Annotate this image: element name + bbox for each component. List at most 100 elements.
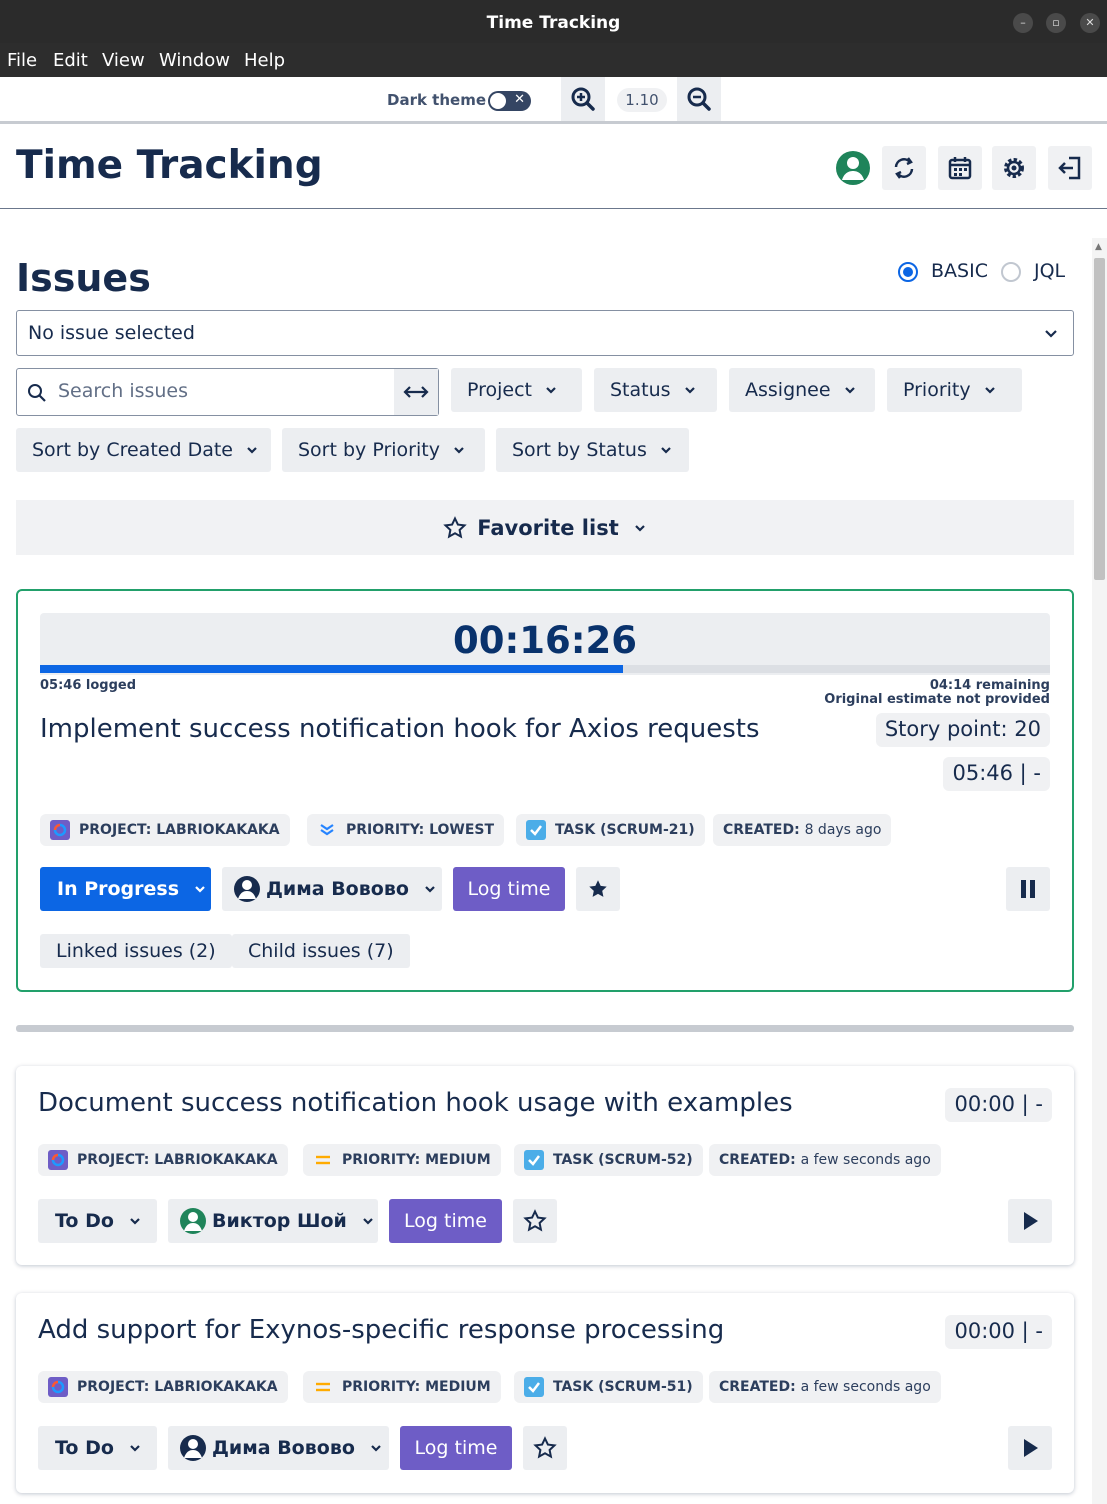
priority-tag-label: PRIORITY: MEDIUM [342,1152,491,1168]
log-time-button[interactable]: Log time [453,867,565,911]
log-time-button[interactable]: Log time [389,1199,502,1243]
assignee-name: Виктор Шой [212,1210,347,1232]
chevron-down-icon [245,443,259,457]
child-issues-button[interactable]: Child issues (7) [232,934,410,968]
zoom-in-icon [571,87,595,111]
pause-button[interactable] [1006,867,1050,911]
task-tag: TASK (SCRUM-21) [516,814,705,846]
sort-created-date[interactable]: Sort by Created Date [16,428,271,472]
play-icon [1024,1212,1038,1230]
project-tag-label: PROJECT: LABRIOKAKAKA [77,1379,278,1395]
assignee-name: Дима Вовово [212,1437,355,1459]
favorite-button[interactable] [523,1426,567,1470]
created-tag: CREATED: a few seconds ago [709,1371,941,1403]
chevron-down-icon [128,1441,142,1455]
star-outline-icon [533,1436,557,1459]
priority-tag-label: PRIORITY: LOWEST [346,822,495,838]
issue-select[interactable]: No issue selected [16,310,1074,356]
logout-button[interactable] [1048,146,1092,190]
project-tag: PROJECT: LABRIOKAKAKA [40,814,290,846]
chevron-down-icon [983,383,997,397]
user-avatar-button[interactable] [831,146,875,190]
chevron-down-icon [361,1214,375,1228]
sort-status[interactable]: Sort by Status [496,428,689,472]
log-time-button[interactable]: Log time [400,1426,512,1470]
sort-priority[interactable]: Sort by Priority [282,428,485,472]
issue-card: Add support for Exynos-specific response… [16,1293,1074,1493]
basic-mode-radio[interactable] [898,262,918,282]
task-checkbox-icon [524,1150,544,1170]
dark-theme-toggle[interactable]: ✕ [488,91,531,111]
scroll-up-icon[interactable]: ▲ [1095,242,1102,252]
task-tag-label: TASK (SCRUM-52) [553,1152,693,1168]
logout-icon [1058,156,1081,180]
status-label: To Do [55,1210,114,1232]
favorite-list-toggle[interactable]: Favorite list [16,500,1074,555]
window-titlebar: Time Tracking – ▫ ✕ [0,0,1107,43]
scrollbar[interactable]: ▲ [1092,238,1107,1504]
avatar-icon [179,1434,207,1462]
assignee-dropdown[interactable]: Дима Вовово [168,1426,389,1470]
task-checkbox-icon [524,1377,544,1397]
remaining-time: 04:14 remaining [929,678,1050,693]
zoom-in-button[interactable] [561,77,605,121]
assignee-dropdown[interactable]: Виктор Шой [168,1199,378,1243]
scrollbar-thumb[interactable] [1094,258,1105,580]
project-filter[interactable]: Project [451,368,582,412]
maximize-icon[interactable]: ▫ [1046,13,1066,33]
play-button[interactable] [1008,1426,1052,1470]
favorite-button[interactable] [513,1199,557,1243]
jql-mode-radio[interactable] [1001,262,1021,282]
close-window-icon[interactable]: ✕ [1080,13,1100,33]
zoom-level: 1.10 [617,88,667,112]
settings-button[interactable] [992,146,1036,190]
menu-edit[interactable]: Edit [53,50,88,71]
project-icon [48,1377,68,1397]
menu-window[interactable]: Window [159,50,230,71]
status-dropdown[interactable]: In Progress [40,867,211,911]
refresh-button[interactable] [882,146,926,190]
priority-tag-label: PRIORITY: MEDIUM [342,1379,491,1395]
menu-view[interactable]: View [102,50,145,71]
menu-bar: File Edit View Window Help [0,43,1107,77]
gear-icon [1004,158,1024,178]
active-issue-card: 00:16:26 05:46 logged 04:14 remaining Or… [16,589,1074,992]
chevron-down-icon [193,882,207,896]
header-divider [0,208,1107,209]
issue-title[interactable]: Add support for Exynos-specific response… [38,1315,724,1345]
section-divider [16,1025,1074,1032]
status-dropdown[interactable]: To Do [38,1199,157,1243]
issue-card: Document success notification hook usage… [16,1066,1074,1265]
chevron-down-icon [452,443,466,457]
created-tag-value: 8 days ago [804,822,882,838]
project-icon [50,820,70,840]
issue-title[interactable]: Document success notification hook usage… [38,1088,793,1118]
menu-help[interactable]: Help [244,50,285,71]
calendar-button[interactable] [938,146,982,190]
star-filled-icon [589,880,607,897]
status-filter[interactable]: Status [594,368,717,412]
user-avatar-icon [836,151,870,185]
status-dropdown[interactable]: To Do [38,1426,157,1470]
timer-display: 00:16:26 [452,619,638,662]
favorite-button[interactable] [576,867,620,911]
page-title: Time Tracking [16,143,323,188]
priority-filter[interactable]: Priority [887,368,1022,412]
assignee-filter-label: Assignee [745,379,831,401]
chevron-down-icon [544,383,558,397]
play-button[interactable] [1008,1199,1052,1243]
chevron-down-icon [128,1214,142,1228]
search-input[interactable]: Search issues [58,380,188,402]
project-tag-label: PROJECT: LABRIOKAKAKA [77,1152,278,1168]
issue-title[interactable]: Implement success notification hook for … [40,714,760,744]
priority-lowest-icon [317,820,337,840]
linked-issues-button[interactable]: Linked issues (2) [40,934,232,968]
assignee-filter[interactable]: Assignee [729,368,875,412]
chevron-down-icon [659,443,673,457]
zoom-out-button[interactable] [677,77,721,121]
search-mode-toggle-button[interactable] [394,369,438,415]
minimize-icon[interactable]: – [1013,13,1033,33]
search-field[interactable]: Search issues [16,368,439,416]
menu-file[interactable]: File [7,50,37,71]
assignee-dropdown[interactable]: Дима Вовово [222,867,442,911]
